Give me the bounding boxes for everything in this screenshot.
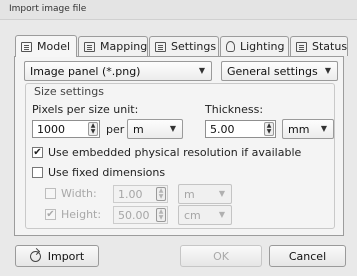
tab-settings[interactable]: Settings — [149, 36, 219, 56]
chevron-down-icon: ▼ — [218, 189, 225, 198]
model-panel: Image panel (*.png) ▼ General settings ▼… — [14, 56, 344, 236]
tab-status[interactable]: Status — [290, 36, 348, 56]
thickness-unit-select[interactable]: mm ▼ — [282, 119, 334, 139]
fixed-dimensions-label: Use fixed dimensions — [48, 166, 166, 179]
window-title: Import image file — [9, 4, 87, 14]
spin-buttons[interactable]: ▲ ▼ — [88, 122, 98, 136]
title-bar: Import image file — [0, 0, 357, 20]
height-input[interactable]: 50.00 ▲ ▼ — [113, 206, 168, 224]
pixels-unit-value: m — [133, 122, 144, 136]
chevron-down-icon: ▼ — [169, 124, 176, 133]
tab-label: Status — [312, 40, 348, 53]
settings-icon — [155, 41, 166, 52]
height-label: Height: — [61, 208, 102, 221]
height-unit-value: cm — [184, 208, 201, 222]
tab-label: Mapping — [100, 40, 148, 53]
spin-buttons[interactable]: ▲ ▼ — [156, 208, 166, 222]
lightbulb-icon — [226, 41, 235, 52]
fixed-dimensions-checkbox[interactable] — [32, 167, 43, 178]
mapping-icon — [84, 41, 95, 52]
model-icon — [21, 41, 32, 52]
spin-buttons[interactable]: ▲ ▼ — [264, 122, 274, 136]
height-checkbox[interactable]: ✔ — [45, 209, 56, 220]
cancel-button-label: Cancel — [288, 249, 327, 263]
width-checkbox[interactable] — [45, 188, 56, 199]
embedded-resolution-label: Use embedded physical resolution if avai… — [48, 146, 302, 159]
chevron-down-icon: ▼ — [198, 66, 205, 75]
settings-select-value: General settings — [227, 64, 318, 78]
tab-model[interactable]: Model — [15, 35, 77, 57]
width-value: 1.00 — [118, 187, 143, 201]
type-select-value: Image panel (*.png) — [30, 64, 141, 78]
tab-label: Model — [37, 40, 71, 53]
pixels-unit-select[interactable]: m ▼ — [127, 119, 183, 139]
import-button-label: Import — [47, 249, 85, 263]
status-icon — [296, 41, 307, 52]
height-unit-select[interactable]: cm ▼ — [178, 205, 232, 225]
settings-select[interactable]: General settings ▼ — [221, 61, 338, 81]
spin-buttons[interactable]: ▲ ▼ — [156, 187, 166, 201]
ok-button[interactable]: OK — [180, 245, 262, 267]
per-label: per — [106, 123, 125, 136]
width-label: Width: — [61, 187, 97, 200]
import-button[interactable]: Import — [15, 245, 99, 267]
pixels-label: Pixels per size unit: — [32, 103, 139, 116]
pixels-input[interactable]: 1000 ▲ ▼ — [32, 120, 100, 138]
chevron-down-icon: ▼ — [324, 66, 331, 75]
embedded-resolution-checkbox[interactable]: ✔ — [32, 147, 43, 158]
chevron-down-icon: ▼ — [320, 124, 327, 133]
width-unit-select[interactable]: m ▼ — [178, 184, 232, 204]
cancel-button[interactable]: Cancel — [269, 245, 346, 267]
thickness-value: 5.00 — [210, 122, 235, 136]
tab-mapping[interactable]: Mapping — [78, 36, 148, 56]
tab-lighting[interactable]: Lighting — [220, 36, 289, 56]
pixels-value: 1000 — [37, 122, 65, 136]
ok-button-label: OK — [213, 249, 229, 263]
type-select[interactable]: Image panel (*.png) ▼ — [24, 61, 212, 81]
import-icon — [29, 250, 41, 262]
thickness-input[interactable]: 5.00 ▲ ▼ — [205, 120, 276, 138]
thickness-label: Thickness: — [205, 103, 264, 116]
height-value: 50.00 — [118, 208, 150, 222]
thickness-unit-value: mm — [288, 122, 310, 136]
chevron-down-icon: ▼ — [218, 210, 225, 219]
tab-label: Lighting — [240, 40, 285, 53]
width-unit-value: m — [184, 187, 195, 201]
size-settings-title: Size settings — [32, 85, 106, 98]
width-input[interactable]: 1.00 ▲ ▼ — [113, 185, 168, 203]
tab-label: Settings — [171, 40, 217, 53]
